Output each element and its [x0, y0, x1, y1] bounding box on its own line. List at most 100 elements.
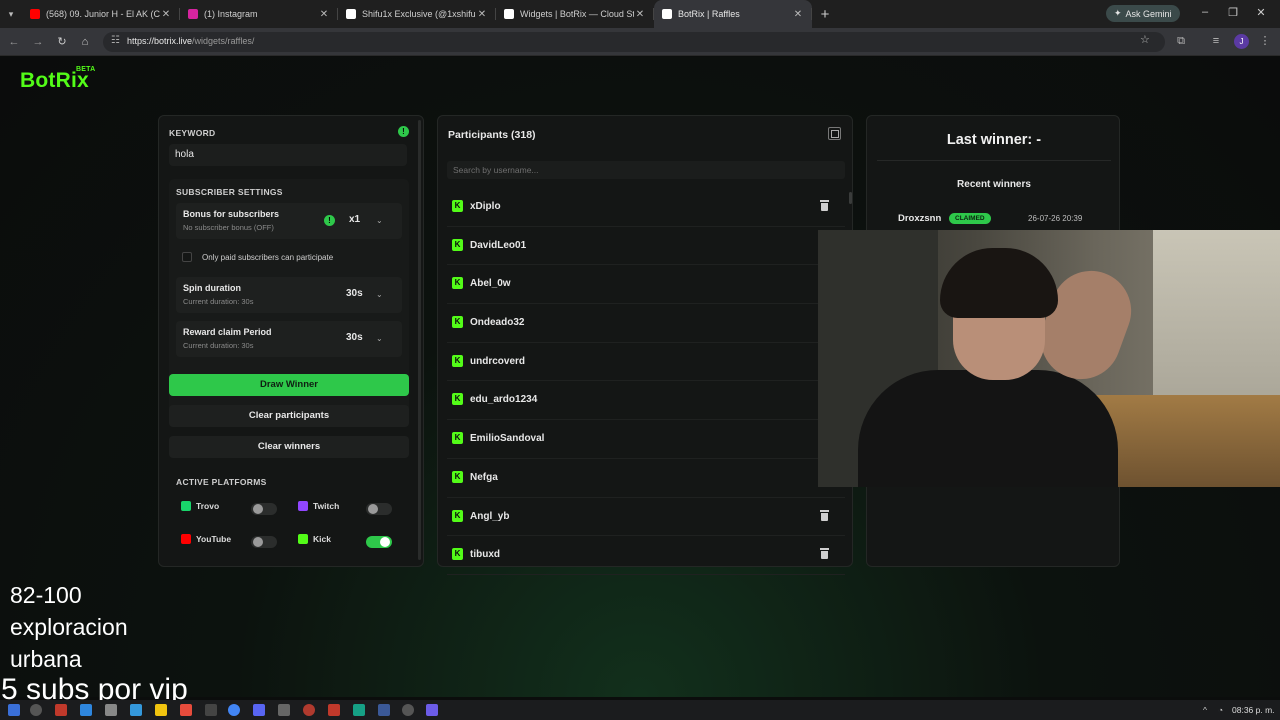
- spin-duration-row: Spin duration Current duration: 30s 30s …: [176, 277, 402, 313]
- trash-icon[interactable]: [820, 200, 829, 211]
- app-icon-13[interactable]: [426, 704, 438, 716]
- participant-name: Nefga: [470, 471, 498, 483]
- tab-search-icon[interactable]: ▾: [0, 0, 22, 28]
- platform-toggle-youtube[interactable]: [251, 536, 277, 548]
- platform-name: Kick: [313, 534, 331, 544]
- tab-close-icon[interactable]: ✕: [318, 9, 330, 20]
- platform-twitch: Twitch: [298, 501, 339, 511]
- participant-row: K Ondeado32: [447, 304, 845, 343]
- platform-toggle-trovo[interactable]: [251, 503, 277, 515]
- app-icon-1[interactable]: [55, 704, 67, 716]
- browser-tab[interactable]: Widgets | BotRix — Cloud Strea✕: [496, 0, 654, 28]
- bonus-subtitle: No subscriber bonus (OFF): [183, 223, 274, 232]
- platform-toggle-kick[interactable]: [366, 536, 392, 548]
- paid-only-checkbox[interactable]: [182, 252, 192, 262]
- address-bar[interactable]: ☷ https://botrix.live/widgets/raffles/: [103, 32, 1165, 52]
- discord-icon[interactable]: [253, 704, 265, 716]
- tab-close-icon[interactable]: ✕: [634, 9, 646, 20]
- participants-panel: Participants (318) KxDiploKDavidLeo01KAb…: [437, 115, 853, 575]
- paid-only-label: Only paid subscribers can participate: [202, 253, 334, 262]
- participant-row: K Angl_yb: [447, 498, 845, 537]
- beta-badge: BETA: [76, 66, 96, 73]
- reload-icon[interactable]: ↻: [54, 34, 70, 50]
- app-icon-2[interactable]: [80, 704, 92, 716]
- toggle-knob: [368, 504, 378, 514]
- participant-row: Kedu_ardo1234: [447, 381, 845, 421]
- tab-close-icon[interactable]: ✕: [160, 9, 172, 20]
- bookmark-star-icon[interactable]: ☆: [1140, 33, 1150, 46]
- browser-tab[interactable]: (568) 09. Junior H - El AK (C ✕: [22, 0, 180, 28]
- new-tab-button[interactable]: +: [812, 6, 838, 23]
- ask-gemini-button[interactable]: ✦ Ask Gemini: [1106, 5, 1180, 22]
- extensions-icon[interactable]: ⧉: [1174, 34, 1188, 48]
- platform-name: Trovo: [196, 501, 220, 511]
- bonus-multiplier-select[interactable]: x1: [349, 214, 360, 225]
- app-icon-11[interactable]: [378, 704, 390, 716]
- bonus-info-icon[interactable]: !: [324, 215, 335, 226]
- participant-name: undrcoverd: [470, 355, 526, 367]
- windows-taskbar: ^ ◔ 08:36 p. m.: [0, 700, 1280, 720]
- app-icon-10[interactable]: [353, 704, 365, 716]
- keyword-input[interactable]: hola: [169, 144, 407, 166]
- info-icon[interactable]: !: [398, 126, 409, 137]
- chevron-down-icon[interactable]: ⌄: [376, 216, 383, 225]
- app-icon-5[interactable]: [180, 704, 192, 716]
- start-icon[interactable]: [8, 704, 20, 716]
- app-icon-6[interactable]: [205, 704, 217, 716]
- close-window-icon[interactable]: ✕: [1254, 6, 1268, 19]
- platform-toggle-twitch[interactable]: [366, 503, 392, 515]
- site-info-icon[interactable]: ☷: [111, 35, 120, 46]
- maximize-icon[interactable]: ❐: [1226, 6, 1240, 19]
- chevron-down-icon[interactable]: ⌄: [376, 334, 383, 343]
- overlay-line-2: exploracion: [10, 614, 128, 640]
- search-icon[interactable]: [30, 704, 42, 716]
- browser-menu-icon[interactable]: ⋮: [1258, 34, 1272, 48]
- clear-winners-button[interactable]: Clear winners: [169, 436, 409, 458]
- settings-scrollbar[interactable]: [418, 120, 421, 560]
- copy-icon[interactable]: [828, 127, 841, 140]
- last-winner-heading: Last winner: -: [946, 132, 1042, 148]
- app-icon-9[interactable]: [328, 704, 340, 716]
- spin-duration-select[interactable]: 30s: [346, 288, 363, 299]
- minimize-icon[interactable]: –: [1198, 6, 1212, 18]
- url-text: https://botrix.live/widgets/raffles/: [127, 36, 255, 46]
- browser-tab[interactable]: BotRix | Raffles ✕: [654, 0, 812, 28]
- app-icon-4[interactable]: [130, 704, 142, 716]
- network-icon[interactable]: ◔: [1218, 705, 1223, 715]
- tab-close-icon[interactable]: ✕: [792, 9, 804, 20]
- forward-icon[interactable]: →: [30, 34, 46, 50]
- app-icon-8[interactable]: [303, 704, 315, 716]
- reward-period-subtitle: Current duration: 30s: [183, 341, 254, 350]
- chevron-down-icon[interactable]: ⌄: [376, 290, 383, 299]
- participant-list: KxDiplo K DavidLeo01 K Abel_0w K Ondeado32 Kund…: [447, 188, 845, 575]
- app-icon-7[interactable]: [278, 704, 290, 716]
- toggle-knob: [253, 537, 263, 547]
- tray-chevron-icon[interactable]: ^: [1203, 705, 1207, 715]
- reward-period-row: Reward claim Period Current duration: 30…: [176, 321, 402, 357]
- participants-scrollbar[interactable]: [849, 192, 852, 204]
- chrome-icon[interactable]: [228, 704, 240, 716]
- participant-search-input[interactable]: [447, 161, 845, 179]
- reward-period-select[interactable]: 30s: [346, 332, 363, 343]
- raffle-settings-panel: KEYWORD ! hola SUBSCRIBER SETTINGS Bonus…: [158, 115, 424, 567]
- draw-winner-button[interactable]: Draw Winner: [169, 374, 409, 396]
- trash-icon[interactable]: [820, 509, 829, 521]
- botrix-logo[interactable]: BotRix BETA: [20, 66, 95, 93]
- tab-close-icon[interactable]: ✕: [476, 9, 488, 20]
- back-icon[interactable]: ←: [6, 34, 22, 50]
- trash-icon[interactable]: [820, 548, 829, 560]
- clear-participants-button[interactable]: Clear participants: [169, 405, 409, 427]
- app-icon-12[interactable]: [402, 704, 414, 716]
- app-icon-3[interactable]: [105, 704, 117, 716]
- tab-favicon-icon: [188, 9, 198, 19]
- media-icon[interactable]: ≡: [1209, 34, 1223, 48]
- profile-avatar[interactable]: J: [1234, 34, 1249, 49]
- file-explorer-icon[interactable]: [155, 704, 167, 716]
- bonus-row: Bonus for subscribers No subscriber bonu…: [176, 203, 402, 239]
- taskbar-clock[interactable]: 08:36 p. m.: [1232, 705, 1275, 715]
- browser-tab[interactable]: Shifu1x Exclusive (@1xshifuclip✕: [338, 0, 496, 28]
- participant-row: KxDiplo: [447, 188, 845, 227]
- webcam-overlay: [818, 230, 1280, 487]
- browser-tab[interactable]: (1) Instagram ✕: [180, 0, 338, 28]
- home-icon[interactable]: ⌂: [77, 34, 93, 50]
